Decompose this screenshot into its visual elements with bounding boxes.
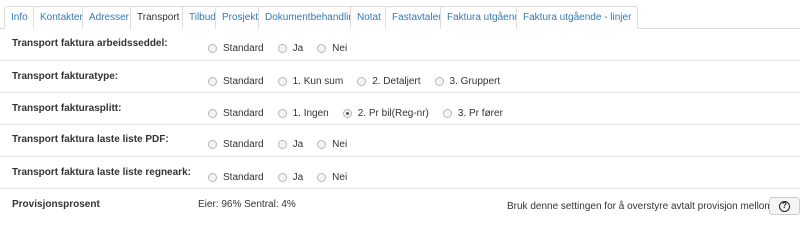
tab-label: Notat [357, 12, 381, 23]
setting-label: Transport fakturasplitt: [12, 103, 122, 114]
radio-option-standard[interactable]: Standard [208, 108, 264, 119]
radio-option-standard[interactable]: Standard [208, 139, 264, 150]
option-label: Standard [223, 108, 264, 119]
radio-button[interactable] [277, 173, 287, 182]
radio-option-gruppert[interactable]: 3. Gruppert [434, 76, 501, 87]
radio-button[interactable] [208, 109, 217, 118]
provisjon-note: Bruk denne settingen for å overstyre avt… [507, 201, 800, 212]
option-label: Standard [223, 76, 264, 87]
option-label: Nei [332, 172, 348, 183]
radio-button[interactable] [317, 173, 327, 182]
radio-button[interactable] [208, 44, 217, 53]
tab-faktura-utgaende-linjer[interactable]: Faktura utgående - linjer [516, 6, 639, 29]
provisjon-value: Eier: 96% Sentral: 4% [198, 199, 296, 210]
radio-option-nei[interactable]: Nei [317, 43, 347, 54]
radio-button[interactable] [317, 44, 327, 53]
tab-label: Faktura utgående [447, 12, 526, 23]
radio-group: Standard 1. Kun sum 2. Detaljert 3. Grup… [208, 76, 514, 87]
option-label: 3. Pr fører [457, 108, 503, 119]
provisjon-label: Provisjonsprosent [12, 199, 100, 210]
radio-option-standard[interactable]: Standard [208, 172, 264, 183]
setting-label: Transport faktura laste liste regneark: [12, 167, 191, 178]
setting-row-fakturasplitt: Transport fakturasplitt: Standard 1. Ing… [0, 93, 800, 125]
setting-label: Transport faktura arbeidsseddel: [12, 38, 168, 49]
option-label: Ja [292, 172, 304, 183]
radio-option-pr-forer[interactable]: 3. Pr fører [442, 108, 503, 119]
radio-group: Standard Ja Nei [208, 43, 361, 54]
tab-label: Tilbud [189, 12, 216, 23]
tab-transport[interactable]: Transport [130, 6, 187, 30]
tab-label: Fastavtaler [392, 12, 442, 23]
option-label: Standard [223, 172, 264, 183]
radio-option-ja[interactable]: Ja [277, 139, 304, 150]
radio-option-detaljert[interactable]: 2. Detaljert [357, 76, 421, 87]
option-label: Nei [332, 139, 348, 150]
radio-button[interactable] [357, 77, 367, 86]
setting-row-laste-liste-regneark: Transport faktura laste liste regneark: … [0, 157, 800, 189]
radio-option-standard[interactable]: Standard [208, 43, 264, 54]
tab-info[interactable]: Info [4, 6, 35, 29]
option-label: Standard [223, 43, 264, 54]
radio-button[interactable] [277, 77, 287, 86]
setting-row-fakturatype: Transport fakturatype: Standard 1. Kun s… [0, 61, 800, 93]
tab-label: Faktura utgående - linjer [523, 12, 632, 23]
tab-label: Dokumentbehandling [265, 12, 360, 23]
tab-notat[interactable]: Notat [350, 6, 388, 29]
radio-option-nei[interactable]: Nei [317, 172, 347, 183]
help-button[interactable]: ? [769, 197, 800, 215]
tab-bar: Info Kontakter Adresser Transport Tilbud… [0, 0, 800, 30]
radio-group: Standard Ja Nei [208, 139, 361, 150]
radio-option-ingen[interactable]: 1. Ingen [277, 108, 329, 119]
radio-button[interactable] [277, 140, 287, 149]
tab-adresser[interactable]: Adresser [82, 6, 137, 29]
option-label: Ja [292, 139, 304, 150]
radio-option-ja[interactable]: Ja [277, 43, 304, 54]
radio-group: Standard Ja Nei [208, 172, 361, 183]
radio-option-ja[interactable]: Ja [277, 172, 304, 183]
option-label: Nei [332, 43, 348, 54]
option-label: 1. Ingen [292, 108, 329, 119]
option-label: 1. Kun sum [292, 76, 344, 87]
radio-button[interactable] [434, 77, 444, 86]
tab-label: Kontakter [40, 12, 83, 23]
option-label: Ja [292, 43, 304, 54]
option-label: 2. Pr bil(Reg-nr) [357, 108, 429, 119]
radio-option-nei[interactable]: Nei [317, 139, 347, 150]
transport-settings-panel: Transport faktura arbeidsseddel: Standar… [0, 29, 800, 223]
radio-button-selected[interactable] [342, 109, 352, 118]
radio-button[interactable] [442, 109, 452, 118]
radio-group: Standard 1. Ingen 2. Pr bil(Reg-nr) 3. P… [208, 108, 517, 119]
radio-button[interactable] [208, 140, 217, 149]
radio-option-pr-bil[interactable]: 2. Pr bil(Reg-nr) [342, 108, 429, 119]
question-circle-icon: ? [779, 200, 790, 212]
radio-option-standard[interactable]: Standard [208, 76, 264, 87]
radio-button[interactable] [208, 77, 217, 86]
tab-label: Adresser [89, 12, 130, 23]
option-label: Standard [223, 139, 264, 150]
radio-button[interactable] [208, 173, 217, 182]
setting-label: Transport faktura laste liste PDF: [12, 134, 169, 145]
tab-fastavtaler[interactable]: Fastavtaler [385, 6, 449, 29]
setting-row-arbeidsseddel: Transport faktura arbeidsseddel: Standar… [0, 29, 800, 61]
tab-label: Info [11, 12, 28, 23]
tab-label: Prosjekt [222, 12, 259, 23]
radio-option-kun-sum[interactable]: 1. Kun sum [277, 76, 344, 87]
option-label: 2. Detaljert [372, 76, 421, 87]
radio-button[interactable] [277, 109, 287, 118]
radio-button[interactable] [317, 140, 327, 149]
setting-row-provisjon: Provisjonsprosent Eier: 96% Sentral: 4% … [0, 189, 800, 223]
option-label: 3. Gruppert [449, 76, 501, 87]
setting-label: Transport fakturatype: [12, 71, 119, 82]
radio-button[interactable] [277, 44, 287, 53]
tab-label: Transport [137, 12, 180, 23]
setting-row-laste-liste-pdf: Transport faktura laste liste PDF: Stand… [0, 125, 800, 157]
